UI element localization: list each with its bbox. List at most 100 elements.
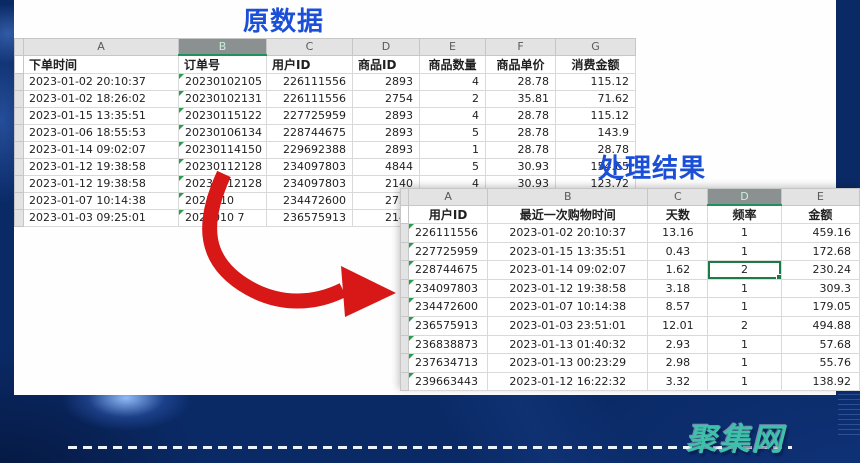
cell[interactable]: 28.78 [486, 74, 556, 91]
column-header[interactable]: 用户ID [409, 205, 488, 224]
cell[interactable]: 5 [420, 159, 486, 176]
column-letter-D[interactable]: D [353, 39, 420, 56]
cell[interactable]: 226111556 [267, 91, 353, 108]
cell[interactable]: 0.43 [648, 242, 708, 261]
cell[interactable]: 12.01 [648, 316, 708, 335]
cell[interactable]: 179.05 [781, 298, 859, 317]
cell[interactable]: 1 [708, 242, 781, 261]
column-header[interactable]: 订单号 [179, 55, 267, 74]
cell[interactable]: 2023-01-12 19:38:58 [24, 176, 179, 193]
cell[interactable]: 227725959 [409, 242, 488, 261]
cell[interactable]: 2 [708, 261, 781, 280]
cell[interactable]: 28.78 [486, 108, 556, 125]
column-letter-E[interactable]: E [420, 39, 486, 56]
cell[interactable]: 2.98 [648, 354, 708, 373]
cell[interactable]: 226111556 [267, 74, 353, 91]
cell[interactable]: 309.3 [781, 279, 859, 298]
cell[interactable]: 2023-01-13 00:23:29 [488, 354, 648, 373]
cell[interactable]: 228744675 [409, 261, 488, 280]
cell[interactable]: 237634713 [409, 354, 488, 373]
column-header[interactable]: 频率 [708, 205, 781, 224]
cell[interactable]: 1 [708, 279, 781, 298]
cell[interactable]: 4 [420, 108, 486, 125]
column-letter-F[interactable]: F [486, 39, 556, 56]
cell[interactable]: 1.62 [648, 261, 708, 280]
cell[interactable]: 228744675 [267, 125, 353, 142]
select-all-corner[interactable] [401, 189, 409, 206]
cell[interactable]: 2023-01-06 18:55:53 [24, 125, 179, 142]
cell[interactable]: 2023-01-07 10:14:38 [24, 193, 179, 210]
cell[interactable]: 71.62 [556, 91, 636, 108]
cell[interactable]: 3.18 [648, 279, 708, 298]
cell[interactable]: 1 [708, 335, 781, 354]
cell[interactable]: 230.24 [781, 261, 859, 280]
column-header[interactable]: 商品数量 [420, 55, 486, 74]
cell[interactable]: 57.68 [781, 335, 859, 354]
cell[interactable]: 236575913 [409, 316, 488, 335]
cell[interactable]: 2023-01-03 09:25:01 [24, 210, 179, 227]
column-letter-G[interactable]: G [556, 39, 636, 56]
cell[interactable]: 20230114150 [179, 142, 267, 159]
cell[interactable]: 28.78 [486, 142, 556, 159]
column-header[interactable]: 最近一次购物时间 [488, 205, 648, 224]
cell[interactable]: 8.57 [648, 298, 708, 317]
column-header[interactable]: 下单时间 [24, 55, 179, 74]
cell[interactable]: 2893 [353, 74, 420, 91]
cell[interactable]: 2 [420, 91, 486, 108]
cell[interactable]: 2023-01-12 19:38:58 [488, 279, 648, 298]
cell[interactable]: 28.78 [486, 125, 556, 142]
cell[interactable]: 1 [708, 354, 781, 373]
cell[interactable]: 30.93 [486, 159, 556, 176]
column-letter-B[interactable]: B [488, 189, 648, 206]
cell[interactable]: 2893 [353, 125, 420, 142]
column-header[interactable]: 商品ID [353, 55, 420, 74]
cell[interactable]: 239663443 [409, 372, 488, 391]
column-letter-C[interactable]: C [267, 39, 353, 56]
column-letter-A[interactable]: A [409, 189, 488, 206]
cell[interactable]: 2023-01-14 09:02:07 [24, 142, 179, 159]
cell[interactable]: 236838873 [409, 335, 488, 354]
cell[interactable]: 2754 [353, 91, 420, 108]
cell[interactable]: 229692388 [267, 142, 353, 159]
cell[interactable]: 2023-01-02 18:26:02 [24, 91, 179, 108]
column-header[interactable]: 天数 [648, 205, 708, 224]
cell[interactable]: 494.88 [781, 316, 859, 335]
cell[interactable]: 234097803 [409, 279, 488, 298]
cell[interactable]: 2023-01-15 13:35:51 [24, 108, 179, 125]
cell[interactable]: 172.68 [781, 242, 859, 261]
cell[interactable]: 2893 [353, 108, 420, 125]
cell[interactable]: 2023-01-02 20:10:37 [488, 224, 648, 243]
cell[interactable]: 2023-01-13 01:40:32 [488, 335, 648, 354]
column-header[interactable]: 金额 [781, 205, 859, 224]
column-letter-A[interactable]: A [24, 39, 179, 56]
column-letter-E[interactable]: E [781, 189, 859, 206]
cell[interactable]: 115.12 [556, 108, 636, 125]
cell[interactable]: 2023-01-15 13:35:51 [488, 242, 648, 261]
cell[interactable]: 20230102131 [179, 91, 267, 108]
cell[interactable]: 226111556 [409, 224, 488, 243]
cell[interactable]: 2023-01-03 23:51:01 [488, 316, 648, 335]
column-letter-B[interactable]: B [179, 39, 267, 56]
cell[interactable]: 2023-01-12 16:22:32 [488, 372, 648, 391]
cell[interactable]: 227725959 [267, 108, 353, 125]
cell[interactable]: 2023-01-14 09:02:07 [488, 261, 648, 280]
select-all-corner[interactable] [15, 39, 24, 56]
column-letter-C[interactable]: C [648, 189, 708, 206]
cell[interactable]: 2 [708, 316, 781, 335]
cell[interactable]: 143.9 [556, 125, 636, 142]
cell[interactable]: 20230106134 [179, 125, 267, 142]
cell[interactable]: 2.93 [648, 335, 708, 354]
cell[interactable]: 234472600 [409, 298, 488, 317]
cell[interactable]: 2023-01-12 19:38:58 [24, 159, 179, 176]
column-header[interactable]: 商品单价 [486, 55, 556, 74]
cell[interactable]: 1 [708, 372, 781, 391]
cell[interactable]: 138.92 [781, 372, 859, 391]
cell[interactable]: 115.12 [556, 74, 636, 91]
cell[interactable]: 20230115122 [179, 108, 267, 125]
cell[interactable]: 2893 [353, 142, 420, 159]
result-table[interactable]: ABCDE用户ID最近一次购物时间天数频率金额2261115562023-01-… [400, 188, 860, 391]
cell[interactable]: 35.81 [486, 91, 556, 108]
cell[interactable]: 5 [420, 125, 486, 142]
cell[interactable]: 20230102105 [179, 74, 267, 91]
column-letter-D[interactable]: D [708, 189, 781, 206]
